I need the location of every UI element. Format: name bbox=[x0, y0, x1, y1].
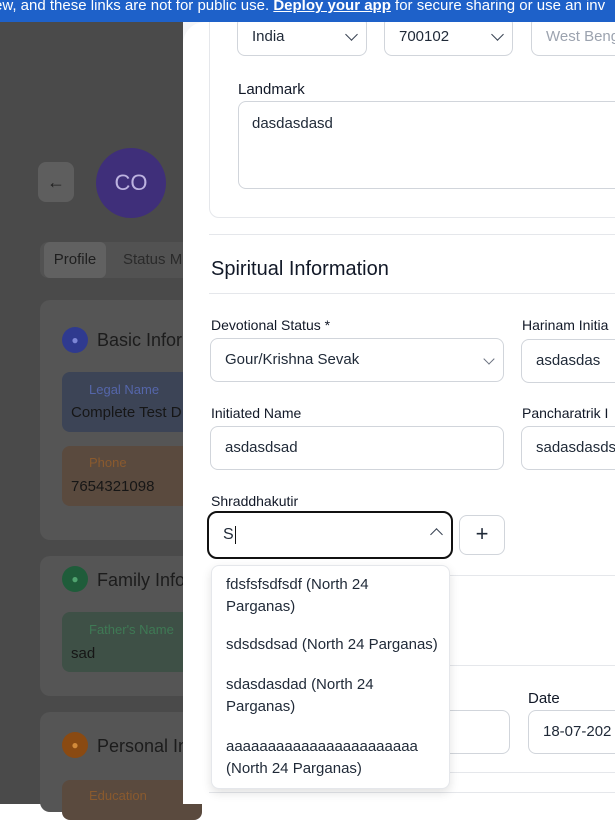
pancharatrik-input[interactable]: sadasdasdsa bbox=[521, 426, 615, 470]
dropdown-option[interactable]: sdsdsdsad (North 24 Parganas) bbox=[226, 634, 441, 656]
country-select[interactable]: India bbox=[237, 22, 367, 56]
date-value: 18-07-202 bbox=[543, 723, 612, 740]
dropdown-option[interactable]: fdsfsfsdfsdf (North 24 Parganas) bbox=[226, 574, 441, 618]
father-name-box bbox=[62, 612, 202, 672]
legal-name-label: Legal Name bbox=[89, 382, 160, 397]
divider bbox=[448, 575, 615, 576]
devotional-status-label: Devotional Status * bbox=[211, 317, 331, 333]
shraddhakutir-input-value: S bbox=[223, 526, 234, 543]
harinam-value: asdasdas bbox=[536, 352, 601, 369]
deploy-banner: ew, and these links are not for public u… bbox=[0, 0, 615, 22]
banner-text-end: for secure sharing or use an inv bbox=[390, 0, 606, 14]
harinam-input[interactable]: asdasdas bbox=[521, 339, 615, 383]
avatar: CO bbox=[96, 148, 166, 218]
date-input[interactable]: 18-07-202 bbox=[528, 710, 615, 754]
shraddhakutir-label: Shraddhakutir bbox=[211, 493, 299, 509]
add-shraddhakutir-button[interactable]: + bbox=[459, 515, 505, 555]
spiritual-info-heading: Spiritual Information bbox=[211, 258, 389, 280]
text-caret bbox=[234, 525, 236, 544]
father-name-label: Father's Name bbox=[89, 622, 174, 637]
user-icon: ● bbox=[62, 327, 88, 353]
divider bbox=[209, 792, 615, 793]
phone-box bbox=[62, 446, 202, 506]
harinam-label: Harinam Initia bbox=[522, 317, 609, 333]
dropdown-option[interactable]: sdasdasdad (North 24 Parganas) bbox=[226, 674, 441, 718]
deploy-app-link[interactable]: Deploy your app bbox=[273, 0, 391, 14]
legal-name-box bbox=[62, 372, 202, 432]
pancharatrik-value: sadasdasdsa bbox=[536, 439, 615, 456]
phone-label: Phone bbox=[89, 455, 127, 470]
devotional-status-select[interactable]: Gour/Krishna Sevak bbox=[210, 338, 504, 382]
tab-profile[interactable]: Profile bbox=[44, 242, 106, 278]
initiated-name-value: asdasdsad bbox=[225, 439, 298, 456]
landmark-textarea[interactable]: dasdasdasd bbox=[238, 101, 615, 189]
landmark-label: Landmark bbox=[238, 81, 305, 98]
phone-value: 7654321098 bbox=[71, 478, 155, 495]
tab-status[interactable]: Status M bbox=[123, 242, 182, 278]
country-value: India bbox=[252, 28, 285, 45]
initiated-name-input[interactable]: asdasdsad bbox=[210, 426, 504, 470]
edit-profile-sheet: India 700102 West Beng Landmark dasdasda… bbox=[183, 22, 615, 804]
banner-text: ew, and these links are not for public u… bbox=[0, 0, 274, 14]
initiated-name-label: Initiated Name bbox=[211, 405, 302, 421]
family-info-title: Family Infor bbox=[97, 570, 192, 590]
chevron-up-icon[interactable] bbox=[430, 528, 443, 541]
father-name-value: sad bbox=[71, 645, 96, 662]
devotional-status-value: Gour/Krishna Sevak bbox=[225, 351, 360, 368]
dropdown-option[interactable]: aaaaaaaaaaaaaaaaaaaaaaa (North 24 Pargan… bbox=[226, 736, 441, 780]
personal-icon: ● bbox=[62, 732, 88, 758]
personal-info-title: Personal In bbox=[97, 736, 189, 756]
legal-name-value: Complete Test D bbox=[71, 404, 182, 421]
shraddhakutir-combobox[interactable]: S bbox=[207, 511, 453, 559]
shraddhakutir-dropdown: fdsfsfsdfsdf (North 24 Parganas) sdsdsds… bbox=[211, 565, 450, 789]
divider bbox=[209, 293, 615, 294]
divider bbox=[209, 234, 615, 235]
state-placeholder: West Beng bbox=[546, 28, 615, 45]
pincode-select[interactable]: 700102 bbox=[384, 22, 513, 56]
chevron-down-icon bbox=[483, 353, 495, 365]
landmark-value: dasdasdasd bbox=[252, 115, 333, 132]
chevron-down-icon bbox=[345, 28, 358, 41]
date-label: Date bbox=[528, 690, 560, 707]
divider bbox=[448, 665, 615, 666]
education-label: Education bbox=[89, 788, 147, 803]
pancharatrik-label: Pancharatrik I bbox=[522, 405, 609, 421]
family-icon: ● bbox=[62, 566, 88, 592]
state-field[interactable]: West Beng bbox=[531, 22, 615, 56]
pincode-value: 700102 bbox=[399, 28, 450, 45]
divider bbox=[448, 772, 615, 773]
back-arrow-icon[interactable]: ← bbox=[38, 162, 74, 202]
chevron-down-icon bbox=[491, 28, 504, 41]
